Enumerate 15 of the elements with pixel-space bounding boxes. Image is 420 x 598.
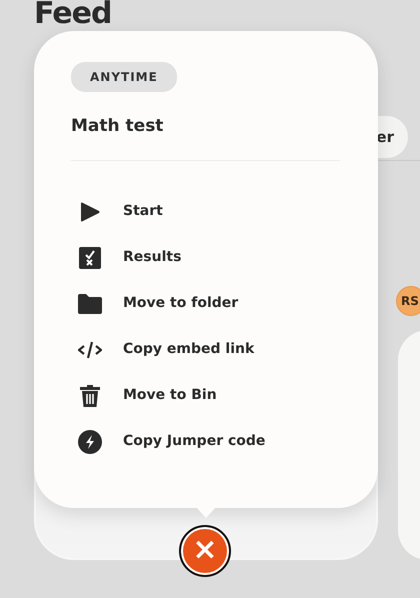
close-button[interactable]: × bbox=[179, 525, 231, 577]
menu-item[interactable]: Move to folder bbox=[71, 280, 341, 326]
folder-icon bbox=[77, 292, 103, 316]
page-title: Feed bbox=[34, 0, 112, 29]
schedule-tag: ANYTIME bbox=[71, 62, 177, 92]
popup-title: Math test bbox=[71, 115, 164, 138]
menu-item[interactable]: Start bbox=[71, 188, 341, 234]
avatar: RS bbox=[396, 286, 420, 316]
menu-item[interactable]: Copy Jumper code bbox=[71, 418, 341, 464]
trash-icon bbox=[77, 384, 103, 408]
lightning-icon bbox=[77, 430, 103, 454]
checklist-icon bbox=[77, 246, 103, 270]
menu-item[interactable]: Copy embed link bbox=[71, 326, 341, 372]
menu-item[interactable]: Results bbox=[71, 234, 341, 280]
menu-item[interactable]: Move to Bin bbox=[71, 372, 341, 418]
